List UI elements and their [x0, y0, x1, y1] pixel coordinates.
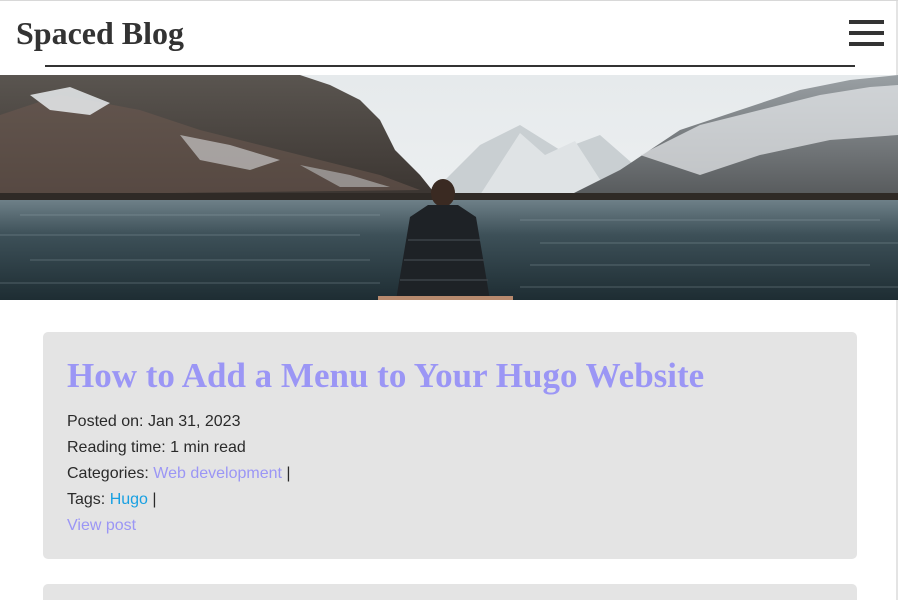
- category-link-web-development[interactable]: Web development: [153, 465, 282, 482]
- site-header: Spaced Blog: [0, 1, 898, 75]
- reading-time: Reading time: 1 min read: [67, 438, 246, 458]
- post-title-link[interactable]: How to Add a Menu to Your Hugo Website: [67, 354, 704, 398]
- category-separator: |: [286, 465, 291, 482]
- header-divider: [45, 65, 855, 67]
- categories-label: Categories:: [67, 465, 149, 482]
- menu-bar-bottom: [849, 42, 884, 46]
- post-tags: Tags: Hugo |: [67, 490, 157, 510]
- view-post-row: View post: [67, 516, 136, 536]
- posted-label: Posted on:: [67, 413, 144, 430]
- post-date: Posted on: Jan 31, 2023: [67, 412, 240, 432]
- post-categories: Categories: Web development |: [67, 464, 291, 484]
- next-post-card: [43, 584, 857, 600]
- view-post-link[interactable]: View post: [67, 517, 136, 534]
- menu-bar-top: [849, 20, 884, 24]
- menu-bar-middle: [849, 31, 884, 35]
- post-card: How to Add a Menu to Your Hugo Website P…: [43, 332, 857, 559]
- hamburger-menu-icon[interactable]: [849, 20, 884, 46]
- reading-time-value: 1 min read: [170, 439, 246, 456]
- posted-date-value: Jan 31, 2023: [147, 413, 241, 430]
- blog-page: Spaced Blog How to Add a Menu to Your Hu…: [0, 0, 898, 600]
- site-title-link[interactable]: Spaced Blog: [16, 13, 184, 53]
- hero-image: [0, 75, 898, 300]
- tag-link-hugo[interactable]: Hugo: [110, 491, 148, 508]
- tags-label: Tags:: [67, 491, 106, 508]
- reading-time-label: Reading time:: [67, 439, 166, 456]
- tag-separator: |: [152, 491, 157, 508]
